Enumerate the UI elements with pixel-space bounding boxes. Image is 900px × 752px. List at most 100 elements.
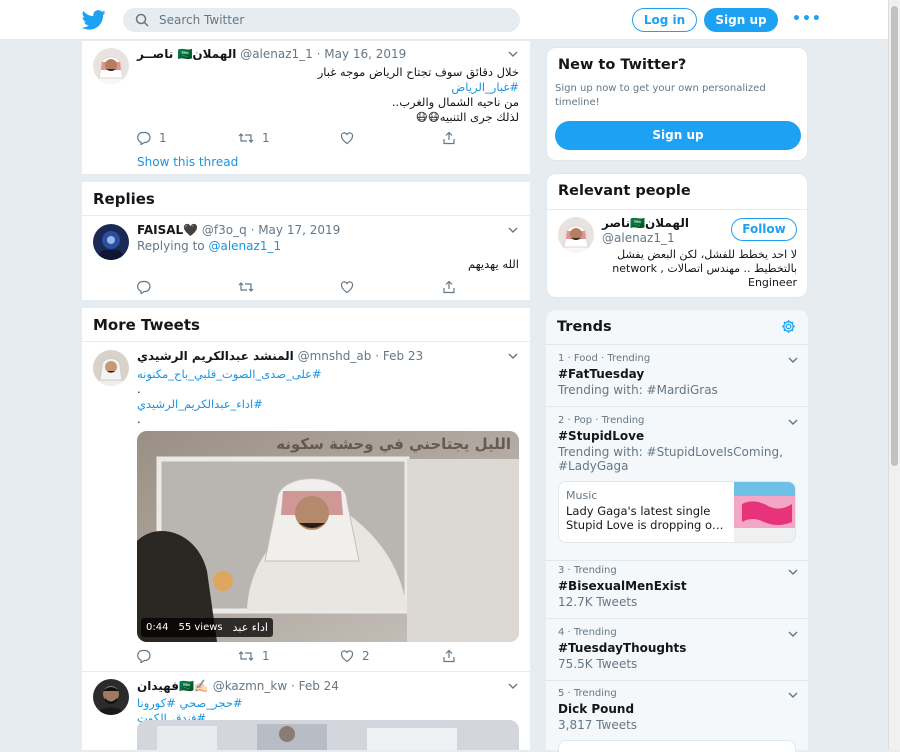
author-handle[interactable]: @mnshd_ab — [298, 349, 372, 363]
more-tweet[interactable]: المنشد عبدالكريم الرشيدي @mnshd_ab · Feb… — [82, 342, 530, 672]
hashtag-link[interactable]: #اداء_عبدالكريم_الرشيدي — [137, 397, 519, 412]
divider — [547, 209, 807, 210]
page-scrollbar[interactable] — [888, 0, 900, 750]
reply-tweet[interactable]: FAISAL🖤 @f3o_q · May 17, 2019 Replying t… — [82, 216, 530, 300]
video-duration: 0:44 — [146, 622, 169, 633]
trend-title[interactable]: #FatTuesday — [558, 367, 798, 381]
video-info-bar: 0:44 55 views اداء عبد — [141, 618, 273, 637]
gear-icon[interactable] — [781, 319, 796, 334]
avatar[interactable] — [558, 217, 594, 253]
trend-item[interactable]: 4 · Trending #TuesdayThoughts 75.5K Twee… — [558, 627, 798, 671]
login-button[interactable]: Log in — [632, 8, 697, 32]
trend-sub: 12.7K Tweets — [558, 595, 638, 609]
share-button[interactable] — [442, 130, 456, 146]
share-button[interactable] — [442, 648, 456, 664]
author-handle[interactable]: @f3o_q — [202, 223, 247, 237]
trend-meta: 5 · Trending — [558, 688, 617, 699]
trends-panel: Trends 1 · Food · Trending #FatTuesday T… — [546, 310, 808, 752]
more-tweet[interactable]: فهيدان🇸🇦✍🏻 @kazmn_kw · Feb 24 #حجر_صحي #… — [82, 672, 530, 750]
reply-icon — [137, 131, 151, 145]
tweet-line: من ناحيه الشمال والغرب.. — [391, 95, 519, 109]
reply-count: 1 — [159, 131, 167, 145]
retweet-icon — [238, 651, 254, 661]
author-handle[interactable]: @kazmn_kw — [213, 679, 287, 693]
trend-meta: 3 · Trending — [558, 565, 617, 576]
author-name[interactable]: فهيدان🇸🇦✍🏻 — [137, 679, 209, 693]
trend-item[interactable]: 1 · Food · Trending #FatTuesday Trending… — [558, 353, 798, 397]
tweet-date[interactable]: · Feb 23 — [375, 349, 423, 363]
avatar[interactable] — [93, 48, 129, 84]
avatar[interactable] — [93, 679, 129, 715]
chevron-down-icon[interactable] — [788, 690, 798, 700]
author-handle[interactable]: @alenaz1_1 — [240, 47, 313, 61]
retweet-button[interactable] — [238, 279, 254, 295]
retweet-button[interactable]: 1 — [238, 130, 270, 146]
trend-title[interactable]: #StupidLove — [558, 429, 798, 443]
scrollbar-thumb[interactable] — [891, 6, 898, 466]
separator — [82, 174, 530, 182]
trend-title[interactable]: #BisexualMenExist — [558, 579, 798, 593]
hashtag-link[interactable]: #على_صدى_الصوت_قلبي_باح_مكنونه — [137, 367, 519, 382]
trend-item[interactable]: 5 · Trending Dick Pound 3,817 Tweets — [558, 688, 798, 732]
person-handle[interactable]: @alenaz1_1 — [602, 231, 675, 245]
reply-button[interactable]: 1 — [137, 130, 167, 146]
author-name[interactable]: المنشد عبدالكريم الرشيدي — [137, 349, 294, 363]
chevron-down-icon[interactable] — [508, 351, 518, 361]
trend-item[interactable]: 2 · Pop · Trending #StupidLove Trending … — [558, 415, 798, 473]
more-tweets-title: More Tweets — [93, 316, 200, 334]
like-button[interactable]: 2 — [340, 648, 370, 664]
divider — [546, 406, 808, 407]
avatar[interactable] — [93, 224, 129, 260]
share-icon — [443, 649, 455, 663]
reply-button[interactable] — [137, 279, 151, 295]
search-box[interactable] — [123, 8, 520, 32]
tweet-header: ناصــر 🇸🇦الهملان @alenaz1_1 · May 16, 20… — [137, 47, 406, 61]
trend-title[interactable]: Dick Pound — [558, 702, 798, 716]
search-input[interactable] — [159, 8, 499, 32]
tweet-date[interactable]: · May 16, 2019 — [317, 47, 407, 61]
tweet-text: خلال دقائق سوف تجتاح الرياض موجه غبار #غ… — [137, 65, 519, 125]
trend-news-card[interactable] — [558, 740, 796, 752]
sidebar-signup-button[interactable]: Sign up — [555, 121, 801, 150]
more-menu-icon[interactable]: ••• — [792, 12, 822, 26]
chevron-down-icon[interactable] — [788, 355, 798, 365]
video-thumbnail — [137, 431, 519, 642]
twitter-logo-icon[interactable] — [82, 9, 106, 31]
relevant-people-card: Relevant people ناصر🇸🇦الهملان @alenaz1_1… — [546, 173, 808, 298]
trend-meta: 1 · Food · Trending — [558, 353, 651, 364]
trend-title[interactable]: #TuesdayThoughts — [558, 641, 798, 655]
author-name[interactable]: FAISAL🖤 — [137, 223, 198, 237]
chevron-down-icon[interactable] — [508, 49, 518, 59]
show-thread-link[interactable]: Show this thread — [137, 155, 238, 169]
share-icon — [443, 131, 455, 145]
thread-tweet[interactable]: ناصــر 🇸🇦الهملان @alenaz1_1 · May 16, 20… — [82, 41, 530, 174]
chevron-down-icon[interactable] — [508, 225, 518, 235]
replying-handle[interactable]: @alenaz1_1 — [208, 239, 281, 253]
author-name[interactable]: ناصــر 🇸🇦الهملان — [137, 47, 236, 61]
trend-item[interactable]: 3 · Trending #BisexualMenExist 12.7K Twe… — [558, 565, 798, 609]
like-button[interactable] — [340, 130, 354, 146]
video-player[interactable]: الليل يجتاحني في وحشة سكونه 0:44 55 view… — [137, 431, 519, 642]
video-label: اداء عبد — [232, 621, 268, 634]
hashtag-link[interactable]: #غبار_الرياض — [137, 80, 519, 95]
retweet-button[interactable]: 1 — [238, 648, 270, 664]
chevron-down-icon[interactable] — [788, 567, 798, 577]
new-to-twitter-card: New to Twitter? Sign up now to get your … — [546, 47, 808, 161]
trend-sub: 75.5K Tweets — [558, 657, 638, 671]
heart-icon — [340, 132, 354, 145]
reply-button[interactable] — [137, 648, 151, 664]
avatar[interactable] — [93, 350, 129, 386]
video-caption: الليل يجتاحني في وحشة سكونه — [276, 435, 511, 453]
chevron-down-icon[interactable] — [508, 681, 518, 691]
tweet-date[interactable]: · May 17, 2019 — [251, 223, 341, 237]
tweet-date[interactable]: · Feb 24 — [291, 679, 339, 693]
person-name[interactable]: ناصر🇸🇦الهملان — [602, 216, 689, 230]
signup-button[interactable]: Sign up — [704, 8, 778, 32]
follow-button[interactable]: Follow — [731, 218, 797, 241]
share-button[interactable] — [442, 279, 456, 295]
like-button[interactable] — [340, 279, 354, 295]
chevron-down-icon[interactable] — [788, 417, 798, 427]
chevron-down-icon[interactable] — [788, 629, 798, 639]
media-preview[interactable] — [137, 720, 519, 750]
trend-news-card[interactable]: Music Lady Gaga's latest single Stupid L… — [558, 481, 796, 543]
